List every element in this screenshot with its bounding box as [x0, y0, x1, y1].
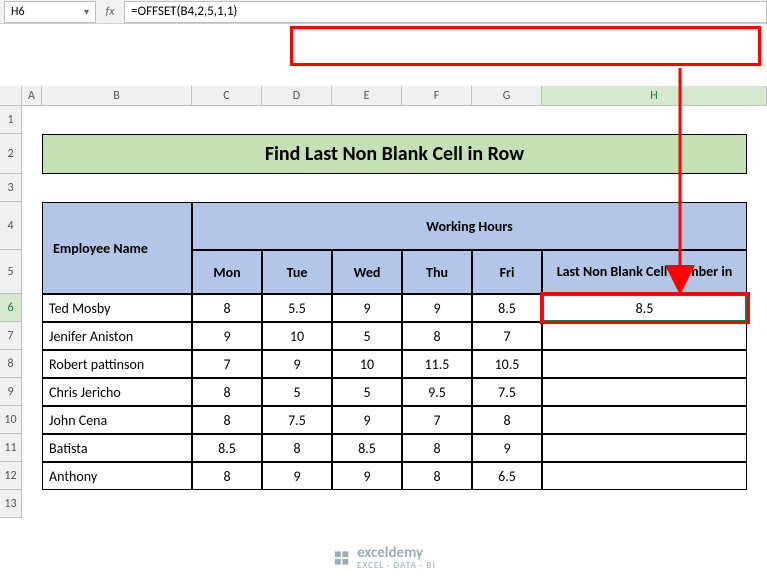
cell-last-1[interactable] — [542, 322, 747, 350]
cell-fri-6[interactable]: 6.5 — [472, 462, 542, 490]
name-box-value: H6 — [11, 5, 25, 19]
cell-wed-6[interactable]: 9 — [332, 462, 402, 490]
cell-thu-1[interactable]: 8 — [402, 322, 472, 350]
row-header-5[interactable]: 5 — [0, 250, 22, 294]
cell-last-4[interactable] — [542, 406, 747, 434]
header-wed[interactable]: Wed — [332, 250, 402, 294]
cell-tue-1[interactable]: 10 — [262, 322, 332, 350]
col-header-H[interactable]: H — [542, 86, 767, 105]
header-working-hours[interactable]: Working Hours — [192, 202, 747, 250]
formula-bar-row: H6 ▾ fx =OFFSET(B4,2,5,1,1) — [0, 0, 767, 24]
header-employee[interactable]: Employee Name — [42, 202, 192, 294]
cell-thu-3[interactable]: 9.5 — [402, 378, 472, 406]
row-header-4[interactable]: 4 — [0, 202, 22, 250]
cell-tue-5[interactable]: 8 — [262, 434, 332, 462]
cell-wed-3[interactable]: 5 — [332, 378, 402, 406]
col-header-B[interactable]: B — [42, 86, 192, 105]
col-header-E[interactable]: E — [332, 86, 402, 105]
cell-tue-0[interactable]: 5.5 — [262, 294, 332, 322]
header-mon[interactable]: Mon — [192, 250, 262, 294]
col-header-C[interactable]: C — [192, 86, 262, 105]
row-header-12[interactable]: 12 — [0, 462, 22, 490]
title-cell[interactable]: Find Last Non Blank Cell in Row — [42, 134, 747, 174]
cell-mon-1[interactable]: 9 — [192, 322, 262, 350]
cell-thu-5[interactable]: 8 — [402, 434, 472, 462]
cell-fri-1[interactable]: 7 — [472, 322, 542, 350]
header-tue[interactable]: Tue — [262, 250, 332, 294]
cell-thu-4[interactable]: 7 — [402, 406, 472, 434]
cell-wed-5[interactable]: 8.5 — [332, 434, 402, 462]
row-header-13[interactable]: 13 — [0, 490, 22, 518]
cell-mon-5[interactable]: 8.5 — [192, 434, 262, 462]
cell-wed-4[interactable]: 9 — [332, 406, 402, 434]
cell-last-5[interactable] — [542, 434, 747, 462]
cell-name-0[interactable]: Ted Mosby — [42, 294, 192, 322]
cell-mon-4[interactable]: 8 — [192, 406, 262, 434]
name-box[interactable]: H6 ▾ — [4, 1, 96, 23]
cell-name-5[interactable]: Batista — [42, 434, 192, 462]
col-header-F[interactable]: F — [402, 86, 472, 105]
cell-wed-2[interactable]: 10 — [332, 350, 402, 378]
cell-name-1[interactable]: Jenifer Aniston — [42, 322, 192, 350]
cell-fri-5[interactable]: 9 — [472, 434, 542, 462]
row-header-10[interactable]: 10 — [0, 406, 22, 434]
select-all-corner[interactable] — [0, 86, 22, 105]
cell-wed-1[interactable]: 5 — [332, 322, 402, 350]
cell-fri-2[interactable]: 10.5 — [472, 350, 542, 378]
row-header-11[interactable]: 11 — [0, 434, 22, 462]
col-header-G[interactable]: G — [472, 86, 542, 105]
row-header-1[interactable]: 1 — [0, 106, 22, 134]
cell-name-3[interactable]: Chris Jericho — [42, 378, 192, 406]
cell-last-0[interactable]: 8.5 — [542, 294, 747, 322]
exceldemy-icon — [331, 548, 351, 568]
cell-mon-6[interactable]: 8 — [192, 462, 262, 490]
cell-thu-0[interactable]: 9 — [402, 294, 472, 322]
cell-last-6[interactable] — [542, 462, 747, 490]
row-header-8[interactable]: 8 — [0, 350, 22, 378]
grid: Find Last Non Blank Cell in Row Employee… — [22, 106, 767, 583]
header-thu[interactable]: Thu — [402, 250, 472, 294]
cell-mon-3[interactable]: 8 — [192, 378, 262, 406]
cell-mon-0[interactable]: 8 — [192, 294, 262, 322]
watermark-logo: exceldemy EXCEL · DATA · BI — [331, 544, 436, 571]
formula-text: =OFFSET(B4,2,5,1,1) — [131, 4, 237, 19]
fx-icon[interactable]: fx — [96, 5, 124, 19]
header-last[interactable]: Last Non Blank Cell Number in — [542, 250, 747, 294]
cell-last-2[interactable] — [542, 350, 747, 378]
col-header-A[interactable]: A — [22, 86, 42, 105]
cell-tue-6[interactable]: 9 — [262, 462, 332, 490]
cell-mon-2[interactable]: 7 — [192, 350, 262, 378]
cell-fri-4[interactable]: 8 — [472, 406, 542, 434]
row-header-3[interactable]: 3 — [0, 174, 22, 202]
cell-name-2[interactable]: Robert pattinson — [42, 350, 192, 378]
cell-tue-3[interactable]: 5 — [262, 378, 332, 406]
cell-tue-2[interactable]: 9 — [262, 350, 332, 378]
column-headers: A B C D E F G H — [0, 86, 767, 106]
formula-bar[interactable]: =OFFSET(B4,2,5,1,1) — [124, 1, 767, 23]
cell-fri-3[interactable]: 7.5 — [472, 378, 542, 406]
spreadsheet: A B C D E F G H 1 2 3 4 5 6 7 8 9 10 11 … — [0, 86, 767, 583]
header-fri[interactable]: Fri — [472, 250, 542, 294]
col-header-D[interactable]: D — [262, 86, 332, 105]
cell-thu-6[interactable]: 8 — [402, 462, 472, 490]
cell-fri-0[interactable]: 8.5 — [472, 294, 542, 322]
row-header-6[interactable]: 6 — [0, 294, 22, 322]
cell-tue-4[interactable]: 7.5 — [262, 406, 332, 434]
cell-name-6[interactable]: Anthony — [42, 462, 192, 490]
cell-last-3[interactable] — [542, 378, 747, 406]
cell-thu-2[interactable]: 11.5 — [402, 350, 472, 378]
row-header-9[interactable]: 9 — [0, 378, 22, 406]
chevron-down-icon[interactable]: ▾ — [84, 5, 89, 18]
cell-wed-0[interactable]: 9 — [332, 294, 402, 322]
row-header-2[interactable]: 2 — [0, 134, 22, 174]
row-header-7[interactable]: 7 — [0, 322, 22, 350]
cell-name-4[interactable]: John Cena — [42, 406, 192, 434]
logo-subtext: EXCEL · DATA · BI — [357, 560, 436, 571]
annotation-box-formula — [290, 26, 761, 66]
row-headers: 1 2 3 4 5 6 7 8 9 10 11 12 13 — [0, 106, 22, 518]
